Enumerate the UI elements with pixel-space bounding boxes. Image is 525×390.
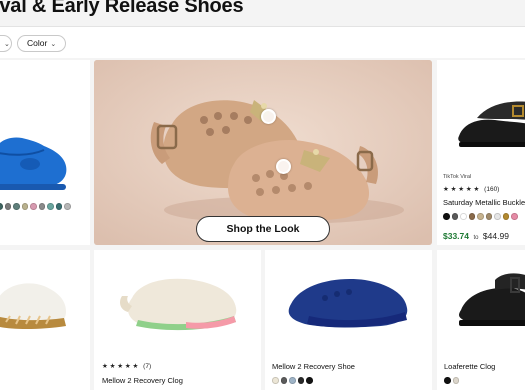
swatch[interactable] <box>477 213 484 220</box>
swatch[interactable] <box>502 213 509 220</box>
swatch[interactable] <box>30 203 37 210</box>
filter-chip-partial[interactable]: ⌄ <box>0 35 12 52</box>
product-card-bottom-4[interactable]: Loaferette Clog <box>437 250 525 390</box>
swatch[interactable] <box>272 377 279 384</box>
swatch[interactable] <box>21 203 28 210</box>
product-image[interactable] <box>0 60 90 200</box>
swatch[interactable] <box>460 213 467 220</box>
star-rating-icon: ★ ★ ★ ★ ★ <box>102 363 139 370</box>
swatch[interactable] <box>494 213 501 220</box>
rating-count: (7) <box>143 363 152 370</box>
filter-bar: ⌄ Color ⌄ <box>0 26 525 58</box>
swatch[interactable] <box>511 213 518 220</box>
swatch[interactable] <box>444 377 451 384</box>
hotspot-marker[interactable] <box>276 159 291 174</box>
shop-the-look-button[interactable]: Shop the Look <box>196 216 330 242</box>
price: $33.74 to $44.99 <box>443 226 509 244</box>
page-title: ival & Early Release Shoes <box>0 0 244 17</box>
sale-price: $33.74 <box>443 231 469 241</box>
color-swatches <box>0 203 71 210</box>
chevron-down-icon: ⌄ <box>50 41 57 48</box>
chevron-down-icon: ⌄ <box>4 41 10 48</box>
product-card-bottom-2[interactable]: ★ ★ ★ ★ ★ (7) Mellow 2 Recovery Clog <box>94 250 261 390</box>
product-image[interactable] <box>0 250 90 350</box>
swatch[interactable] <box>38 203 45 210</box>
product-card-top-right[interactable]: TikTok Viral ★ ★ ★ ★ ★ (160) Saturday Me… <box>437 60 525 245</box>
product-image[interactable] <box>437 60 525 168</box>
rating: ★ ★ ★ ★ ★ (7) <box>102 362 151 370</box>
product-tag: TikTok Viral <box>443 174 472 180</box>
product-card-bottom-1[interactable] <box>0 250 90 390</box>
swatch[interactable] <box>485 213 492 220</box>
product-name[interactable]: Loaferette Clog <box>444 362 495 371</box>
product-image[interactable] <box>94 250 261 350</box>
swatch[interactable] <box>443 213 450 220</box>
swatch[interactable] <box>451 213 458 220</box>
swatch[interactable] <box>0 203 3 210</box>
price-to: to <box>473 235 479 241</box>
star-rating-icon: ★ ★ ★ ★ ★ <box>443 186 480 193</box>
color-swatches <box>443 213 518 220</box>
product-image[interactable] <box>265 250 432 350</box>
product-card-top-left[interactable] <box>0 60 90 245</box>
hotspot-marker[interactable] <box>261 109 276 124</box>
rating-count: (160) <box>484 186 500 193</box>
swatch[interactable] <box>4 203 11 210</box>
product-name[interactable]: Mellow 2 Recovery Shoe <box>272 362 355 371</box>
swatch[interactable] <box>55 203 62 210</box>
swatch[interactable] <box>64 203 71 210</box>
filter-chip-color-label: Color <box>27 38 48 48</box>
swatch[interactable] <box>13 203 20 210</box>
swatch[interactable] <box>289 377 296 384</box>
swatch[interactable] <box>280 377 287 384</box>
filter-chip-color[interactable]: Color ⌄ <box>17 35 67 52</box>
swatch[interactable] <box>47 203 54 210</box>
product-name[interactable]: Saturday Metallic Buckle <box>443 198 525 207</box>
swatch[interactable] <box>468 213 475 220</box>
product-image[interactable] <box>437 250 525 350</box>
product-card-bottom-3[interactable]: Mellow 2 Recovery Shoe <box>265 250 432 390</box>
swatch[interactable] <box>297 377 304 384</box>
original-price: $44.99 <box>482 231 509 241</box>
color-swatches <box>272 377 313 384</box>
product-name[interactable]: Mellow 2 Recovery Clog <box>102 376 183 385</box>
color-swatches <box>444 377 459 384</box>
swatch[interactable] <box>306 377 313 384</box>
rating: ★ ★ ★ ★ ★ (160) <box>443 185 499 193</box>
swatch[interactable] <box>452 377 459 384</box>
